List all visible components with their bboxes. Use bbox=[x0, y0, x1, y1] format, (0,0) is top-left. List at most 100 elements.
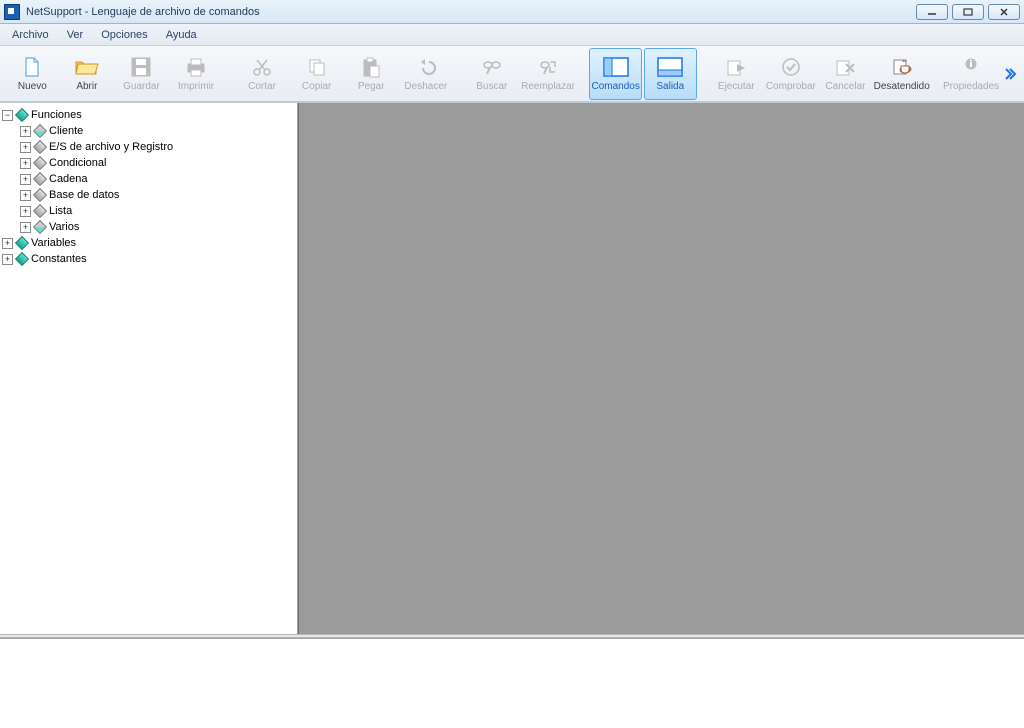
tool-label: Guardar bbox=[123, 81, 160, 92]
tool-salida[interactable]: Salida bbox=[644, 48, 697, 100]
tool-abrir[interactable]: Abrir bbox=[61, 48, 114, 100]
salida-icon bbox=[656, 55, 684, 79]
tree-label: Cliente bbox=[49, 125, 83, 137]
tree-expander[interactable]: + bbox=[20, 158, 31, 169]
tree-glyph-icon bbox=[33, 172, 47, 186]
close-button[interactable] bbox=[988, 4, 1020, 20]
tree-label: Cadena bbox=[49, 173, 88, 185]
toolbar-overflow-button[interactable] bbox=[1001, 48, 1018, 100]
tool-cancelar: Cancelar bbox=[819, 48, 872, 100]
nuevo-icon bbox=[18, 55, 46, 79]
tree-expander[interactable]: + bbox=[20, 190, 31, 201]
minimize-button[interactable] bbox=[916, 4, 948, 20]
tree-glyph-icon bbox=[15, 236, 29, 250]
tree-glyph-icon bbox=[15, 108, 29, 122]
reemplazar-icon bbox=[534, 55, 562, 79]
tree-glyph-icon bbox=[15, 252, 29, 266]
tool-deshacer: Deshacer bbox=[400, 48, 453, 100]
tool-pegar: Pegar bbox=[345, 48, 398, 100]
tool-label: Nuevo bbox=[18, 81, 47, 92]
sidebar-tree[interactable]: −Funciones+Cliente+E/S de archivo y Regi… bbox=[0, 103, 298, 634]
pegar-icon bbox=[357, 55, 385, 79]
tree-expander[interactable]: + bbox=[20, 222, 31, 233]
titlebar: NetSupport - Lenguaje de archivo de coma… bbox=[0, 0, 1024, 24]
tool-comprobar: Comprobar bbox=[765, 48, 818, 100]
tool-label: Copiar bbox=[302, 81, 331, 92]
tool-label: Ejecutar bbox=[718, 81, 755, 92]
tree-label: Constantes bbox=[31, 253, 87, 265]
tool-comandos[interactable]: Comandos bbox=[589, 48, 642, 100]
tool-label: Pegar bbox=[358, 81, 385, 92]
main-area: −Funciones+Cliente+E/S de archivo y Regi… bbox=[0, 102, 1024, 634]
tool-label: Abrir bbox=[76, 81, 97, 92]
tree-expander[interactable]: − bbox=[2, 110, 13, 121]
tree-node[interactable]: + Base de datos bbox=[20, 187, 295, 203]
tree-node[interactable]: + Varios bbox=[20, 219, 295, 235]
menu-ayuda[interactable]: Ayuda bbox=[158, 27, 205, 43]
tool-nuevo[interactable]: Nuevo bbox=[6, 48, 59, 100]
buscar-icon bbox=[478, 55, 506, 79]
window-title: NetSupport - Lenguaje de archivo de coma… bbox=[26, 6, 912, 18]
tree-label: Variables bbox=[31, 237, 76, 249]
tree-node[interactable]: + Variables bbox=[2, 235, 295, 251]
deshacer-icon bbox=[412, 55, 440, 79]
tree-glyph-icon bbox=[33, 188, 47, 202]
tree-expander[interactable]: + bbox=[20, 126, 31, 137]
tree-expander[interactable]: + bbox=[2, 238, 13, 249]
toolbar: Nuevo Abrir Guardar Imprimir Cortar Copiar Peg… bbox=[0, 46, 1024, 102]
tool-reemplazar: Reemplazar bbox=[520, 48, 576, 100]
tool-label: Propiedades bbox=[943, 81, 999, 92]
tree-label: Lista bbox=[49, 205, 72, 217]
app-icon bbox=[4, 4, 20, 20]
tree-label: Varios bbox=[49, 221, 79, 233]
tool-desatendido[interactable]: Desatendido bbox=[874, 48, 930, 100]
menu-archivo[interactable]: Archivo bbox=[4, 27, 57, 43]
tree-node[interactable]: + Lista bbox=[20, 203, 295, 219]
tree-expander[interactable]: + bbox=[20, 142, 31, 153]
tree-label: Funciones bbox=[31, 109, 82, 121]
copiar-icon bbox=[303, 55, 331, 79]
comprobar-icon bbox=[777, 55, 805, 79]
tool-label: Reemplazar bbox=[521, 81, 575, 92]
tool-label: Buscar bbox=[476, 81, 507, 92]
editor-area[interactable] bbox=[298, 103, 1024, 634]
tool-buscar: Buscar bbox=[466, 48, 519, 100]
menu-ver[interactable]: Ver bbox=[59, 27, 92, 43]
tree-node[interactable]: + Constantes bbox=[2, 251, 295, 267]
tool-cortar: Cortar bbox=[236, 48, 289, 100]
tool-label: Deshacer bbox=[404, 81, 447, 92]
tree-node[interactable]: + Condicional bbox=[20, 155, 295, 171]
output-panel[interactable] bbox=[0, 638, 1024, 728]
tree-glyph-icon bbox=[33, 124, 47, 138]
tree-expander[interactable]: + bbox=[2, 254, 13, 265]
tool-label: Comprobar bbox=[766, 81, 816, 92]
tree-glyph-icon bbox=[33, 156, 47, 170]
tree-expander[interactable]: + bbox=[20, 174, 31, 185]
tool-label: Salida bbox=[656, 81, 684, 92]
tree-label: Base de datos bbox=[49, 189, 119, 201]
tool-label: Cancelar bbox=[825, 81, 865, 92]
tree-label: Condicional bbox=[49, 157, 106, 169]
propiedades-icon bbox=[957, 55, 985, 79]
tree-node[interactable]: + Cadena bbox=[20, 171, 295, 187]
tool-copiar: Copiar bbox=[290, 48, 343, 100]
tool-label: Cortar bbox=[248, 81, 276, 92]
tool-label: Desatendido bbox=[874, 81, 930, 92]
maximize-button[interactable] bbox=[952, 4, 984, 20]
tool-label: Comandos bbox=[592, 81, 640, 92]
tree-node[interactable]: + Cliente bbox=[20, 123, 295, 139]
desatendido-icon bbox=[888, 55, 916, 79]
imprimir-icon bbox=[182, 55, 210, 79]
tool-label: Imprimir bbox=[178, 81, 214, 92]
menu-opciones[interactable]: Opciones bbox=[93, 27, 155, 43]
guardar-icon bbox=[127, 55, 155, 79]
tree-expander[interactable]: + bbox=[20, 206, 31, 217]
tree-node[interactable]: + E/S de archivo y Registro bbox=[20, 139, 295, 155]
tree-glyph-icon bbox=[33, 204, 47, 218]
tree-label: E/S de archivo y Registro bbox=[49, 141, 173, 153]
tree-node-funciones[interactable]: − Funciones bbox=[2, 107, 295, 123]
cortar-icon bbox=[248, 55, 276, 79]
menubar: Archivo Ver Opciones Ayuda bbox=[0, 24, 1024, 46]
abrir-icon bbox=[73, 55, 101, 79]
tool-ejecutar: Ejecutar bbox=[710, 48, 763, 100]
